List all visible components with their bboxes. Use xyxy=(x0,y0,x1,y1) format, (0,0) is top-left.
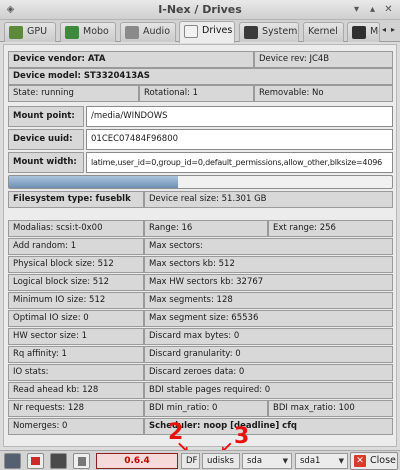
close-window-icon[interactable]: ✕ xyxy=(382,3,395,16)
device-model: Device model: ST3320413AS xyxy=(8,68,393,85)
add-random: Add random: 1 xyxy=(8,238,144,255)
report-icon[interactable] xyxy=(27,453,44,469)
df-button[interactable]: DF xyxy=(181,453,200,469)
ext-range: Ext range: 256 xyxy=(268,220,393,237)
nr-requests: Nr requests: 128 xyxy=(8,400,144,417)
range: Range: 16 xyxy=(144,220,268,237)
device-vendor: Device vendor: ATA xyxy=(8,51,254,68)
disk-usage-fill xyxy=(9,176,178,188)
report-mark xyxy=(31,457,40,465)
bdi-max-ratio: BDI max_ratio: 100 xyxy=(268,400,393,417)
device-state: State: running xyxy=(8,85,139,102)
mount-point-field[interactable]: /media/WINDOWS xyxy=(86,106,393,127)
info-mark xyxy=(78,457,86,466)
device-removable: Removable: No xyxy=(254,85,393,102)
drive-select[interactable]: sda ▼ xyxy=(242,453,292,469)
discard-granularity: Discard granularity: 0 xyxy=(144,346,393,363)
max-hw-sectors-kb: Max HW sectors kb: 32767 xyxy=(144,274,393,291)
read-ahead-kb: Read ahead kb: 128 xyxy=(8,382,144,399)
maximize-icon[interactable]: ▴ xyxy=(366,3,379,16)
gpu-icon xyxy=(9,26,23,39)
bdi-stable-pages: BDI stable pages required: 0 xyxy=(144,382,393,399)
device-rotational: Rotational: 1 xyxy=(139,85,254,102)
close-button[interactable]: ✕ Close xyxy=(350,452,398,470)
audio-icon xyxy=(125,26,139,39)
physical-block-size: Physical block size: 512 xyxy=(8,256,144,273)
info-icon[interactable] xyxy=(73,453,90,469)
mount-width-label: Mount width: xyxy=(8,152,84,173)
tab-kernel[interactable]: Kernel xyxy=(303,22,344,42)
tab-audio[interactable]: Audio xyxy=(120,22,176,42)
chevron-down-icon: ▼ xyxy=(338,457,344,465)
minimize-icon[interactable]: ▾ xyxy=(350,3,363,16)
tab-gpu[interactable]: GPU xyxy=(4,22,56,42)
motherboard-icon xyxy=(65,26,79,39)
io-stats: IO stats: xyxy=(8,364,144,381)
filesystem-type: Filesystem type: fuseblk xyxy=(8,191,144,208)
tab-memory[interactable]: Me xyxy=(347,22,380,42)
title-bar: ◈ I-Nex / Drives ▾ ▴ ✕ xyxy=(0,0,400,20)
discard-max-bytes: Discard max bytes: 0 xyxy=(144,328,393,345)
device-uuid-field[interactable]: 01CEC07484F96800 xyxy=(86,129,393,150)
tab-bar: GPU Mobo Audio Drives System Kernel Me ◂… xyxy=(0,20,400,43)
optimal-io-size: Optimal IO size: 0 xyxy=(8,310,144,327)
status-bar: 0.6.4 DF udisks sda ▼ sda1 ▼ ✕ Close xyxy=(0,450,400,470)
disk-usage-bar xyxy=(8,175,393,189)
hw-sector-size: HW sector size: 1 xyxy=(8,328,144,345)
partition-select[interactable]: sda1 ▼ xyxy=(295,453,348,469)
annotation-number-3: 3 xyxy=(234,424,250,449)
tab-drives[interactable]: Drives xyxy=(179,21,235,43)
tab-mobo[interactable]: Mobo xyxy=(60,22,116,42)
mount-point-label: Mount point: xyxy=(8,106,84,127)
max-sectors-kb: Max sectors kb: 512 xyxy=(144,256,393,273)
nomerges: Nomerges: 0 xyxy=(8,418,144,435)
version-label: 0.6.4 xyxy=(96,453,178,469)
rq-affinity: Rq affinity: 1 xyxy=(8,346,144,363)
memory-icon xyxy=(352,26,366,39)
system-icon xyxy=(244,26,258,39)
bdi-min-ratio: BDI min_ratio: 0 xyxy=(144,400,268,417)
discard-zeroes-data: Discard zeroes data: 0 xyxy=(144,364,393,381)
tab-scroll-right-icon[interactable]: ▸ xyxy=(391,25,399,34)
drive-icon xyxy=(184,25,198,38)
device-uuid-label: Device uuid: xyxy=(8,129,84,150)
max-sectors: Max sectors: xyxy=(144,238,393,255)
tab-scroll-left-icon[interactable]: ◂ xyxy=(382,25,390,34)
screenshot-icon[interactable] xyxy=(4,453,21,469)
drives-panel: Device vendor: ATA Device rev: JC4B Devi… xyxy=(3,44,397,447)
device-rev: Device rev: JC4B xyxy=(254,51,393,68)
chevron-down-icon: ▼ xyxy=(282,457,288,465)
udisks-button[interactable]: udisks xyxy=(202,453,240,469)
terminal-icon[interactable] xyxy=(50,453,67,469)
device-real-size: Device real size: 51.301 GB xyxy=(144,191,393,208)
modalias: Modalias: scsi:t-0x00 xyxy=(8,220,144,237)
max-segment-size: Max segment size: 65536 xyxy=(144,310,393,327)
tab-system[interactable]: System xyxy=(239,22,299,42)
close-icon: ✕ xyxy=(354,455,366,467)
minimum-io-size: Minimum IO size: 512 xyxy=(8,292,144,309)
logical-block-size: Logical block size: 512 xyxy=(8,274,144,291)
mount-width-field[interactable]: latime,user_id=0,group_id=0,default_perm… xyxy=(86,152,393,173)
window-title: I-Nex / Drives xyxy=(158,3,242,16)
max-segments: Max segments: 128 xyxy=(144,292,393,309)
